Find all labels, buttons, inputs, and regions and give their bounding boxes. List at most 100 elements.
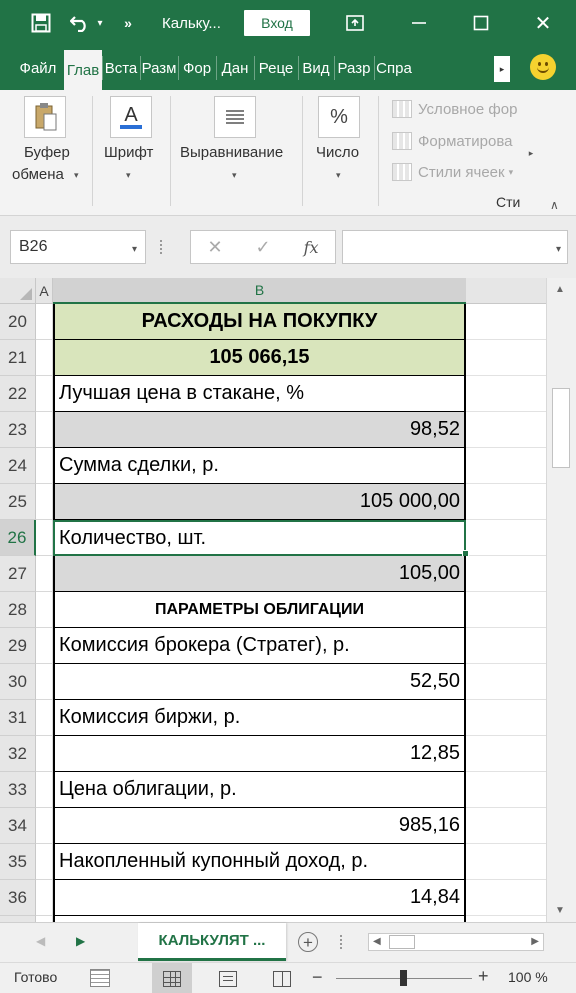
cell-a[interactable] xyxy=(36,628,53,664)
row-header[interactable]: 29 xyxy=(0,628,36,664)
font-group[interactable]: A Шрифт ▾ xyxy=(100,90,166,216)
add-sheet-icon[interactable]: + xyxy=(298,932,318,952)
format-as-table-button[interactable]: Форматирова xyxy=(392,130,522,152)
cell-empty[interactable] xyxy=(466,736,546,772)
row-header[interactable]: 28 xyxy=(0,592,36,628)
save-icon[interactable] xyxy=(26,0,56,46)
expand-formula-bar-icon[interactable]: ▾ xyxy=(556,244,561,255)
tabs-scroll-right-icon[interactable]: ▸ xyxy=(494,56,510,82)
row-header[interactable]: 27 xyxy=(0,556,36,592)
select-all-corner[interactable] xyxy=(0,278,36,304)
feedback-smiley-icon[interactable] xyxy=(530,54,556,80)
tab-9[interactable]: Спра xyxy=(374,46,414,90)
vertical-scrollbar[interactable]: ▲ ▼ xyxy=(546,278,576,922)
cell-empty[interactable] xyxy=(466,664,546,700)
close-icon[interactable]: ✕ xyxy=(528,0,558,46)
formula-bar-resize-handle[interactable] xyxy=(160,240,164,254)
tab-1[interactable]: Глав xyxy=(64,50,102,90)
cell-a[interactable] xyxy=(36,484,53,520)
cell-a[interactable] xyxy=(36,448,53,484)
next-sheet-icon[interactable]: ▶ xyxy=(76,934,85,948)
cell-empty[interactable] xyxy=(466,844,546,880)
spreadsheet-grid[interactable]: 20 РАСХОДЫ НА ПОКУПКУ 21 105 066,15 22 Лучшая… xyxy=(0,304,546,922)
number-group[interactable]: % Число ▾ xyxy=(310,90,370,216)
row-header[interactable]: 31 xyxy=(0,700,36,736)
tab-2[interactable]: Вста xyxy=(102,46,140,90)
cell-b[interactable]: Цена облигации, р. xyxy=(53,772,466,808)
vertical-scroll-thumb[interactable] xyxy=(552,388,570,468)
cell-a[interactable] xyxy=(36,808,53,844)
column-header-b[interactable]: B xyxy=(53,278,466,304)
cell-a[interactable] xyxy=(36,556,53,592)
cell-empty[interactable] xyxy=(466,628,546,664)
cell-empty[interactable] xyxy=(466,340,546,376)
formula-input[interactable]: ▾ xyxy=(342,230,568,264)
cell-b[interactable]: 105 066,15 xyxy=(53,340,466,376)
cell-a[interactable] xyxy=(36,844,53,880)
ribbon-scroll-right-icon[interactable]: ▸ xyxy=(524,94,538,212)
more-commands-icon[interactable]: » xyxy=(116,0,140,46)
page-break-view-icon[interactable] xyxy=(262,963,302,993)
cell-a[interactable] xyxy=(36,592,53,628)
cell-b[interactable]: 985,16 xyxy=(53,808,466,844)
conditional-formatting-button[interactable]: Условное фор xyxy=(392,98,522,120)
row-header[interactable]: 22 xyxy=(0,376,36,412)
cell-empty[interactable] xyxy=(466,556,546,592)
name-box-dropdown-icon[interactable]: ▾ xyxy=(132,244,137,255)
page-layout-view-icon[interactable] xyxy=(208,963,248,993)
undo-dropdown-icon[interactable]: ▾ xyxy=(94,0,106,46)
cell-empty[interactable] xyxy=(466,772,546,808)
maximize-icon[interactable] xyxy=(466,0,496,46)
cell-b[interactable]: 52,50 xyxy=(53,664,466,700)
tab-7[interactable]: Вид xyxy=(298,46,334,90)
cell-a[interactable] xyxy=(36,520,53,556)
clipboard-dropdown-icon[interactable]: ▾ xyxy=(74,170,79,181)
horizontal-scroll-thumb[interactable] xyxy=(389,935,415,949)
cell-a[interactable] xyxy=(36,664,53,700)
enter-icon[interactable]: ✓ xyxy=(256,237,271,258)
number-dropdown-icon[interactable]: ▾ xyxy=(336,170,341,181)
cell-b[interactable]: 98,52 xyxy=(53,412,466,448)
alignment-group[interactable]: Выравнивание ▾ xyxy=(178,90,298,216)
zoom-in-icon[interactable]: + xyxy=(478,966,489,987)
cell-b[interactable]: Комиссия брокера (Стратег), р. xyxy=(53,628,466,664)
zoom-out-icon[interactable]: − xyxy=(312,967,323,988)
cell-b[interactable]: Лучшая цена в стакане, % xyxy=(53,376,466,412)
cell-a[interactable] xyxy=(36,772,53,808)
normal-view-icon[interactable] xyxy=(152,963,192,993)
cell-a[interactable] xyxy=(36,376,53,412)
tab-0[interactable]: Файл xyxy=(12,46,64,90)
cell-empty[interactable] xyxy=(466,592,546,628)
insert-function-icon[interactable]: fx xyxy=(304,238,319,257)
tab-split-handle[interactable] xyxy=(340,935,344,949)
scroll-down-icon[interactable]: ▼ xyxy=(555,905,565,916)
cell-b[interactable]: Накопленный купонный доход, р. xyxy=(53,844,466,880)
font-dropdown-icon[interactable]: ▾ xyxy=(126,170,131,181)
row-header[interactable]: 32 xyxy=(0,736,36,772)
tab-6[interactable]: Реце xyxy=(254,46,298,90)
row-header[interactable]: 35 xyxy=(0,844,36,880)
row-header[interactable]: 30 xyxy=(0,664,36,700)
tab-3[interactable]: Разм xyxy=(140,46,178,90)
scroll-right-icon[interactable]: ▶ xyxy=(531,936,539,947)
cell-b[interactable]: Комиссия биржи, р. xyxy=(53,700,466,736)
cell-b[interactable]: 105 000,00 xyxy=(53,484,466,520)
cell-empty[interactable] xyxy=(466,376,546,412)
cell-b[interactable]: РАСХОДЫ НА ПОКУПКУ xyxy=(53,304,466,340)
login-button[interactable]: Вход xyxy=(244,10,310,36)
row-header[interactable]: 21 xyxy=(0,340,36,376)
cell-empty[interactable] xyxy=(466,484,546,520)
cell-b[interactable]: ПАРАМЕТРЫ ОБЛИГАЦИИ xyxy=(53,592,466,628)
undo-icon[interactable] xyxy=(66,0,94,46)
cell-empty[interactable] xyxy=(466,304,546,340)
cancel-icon[interactable]: ✕ xyxy=(207,237,222,258)
row-header[interactable]: 25 xyxy=(0,484,36,520)
row-header[interactable]: 33 xyxy=(0,772,36,808)
cell-b[interactable]: Сумма сделки, р. xyxy=(53,448,466,484)
cell-empty[interactable] xyxy=(466,880,546,916)
horizontal-scrollbar[interactable]: ◀ ▶ xyxy=(368,933,544,951)
row-header[interactable]: 26 xyxy=(0,520,36,556)
cell-b[interactable]: 14,84 xyxy=(53,880,466,916)
cell-a[interactable] xyxy=(36,736,53,772)
row-header[interactable]: 36 xyxy=(0,880,36,916)
